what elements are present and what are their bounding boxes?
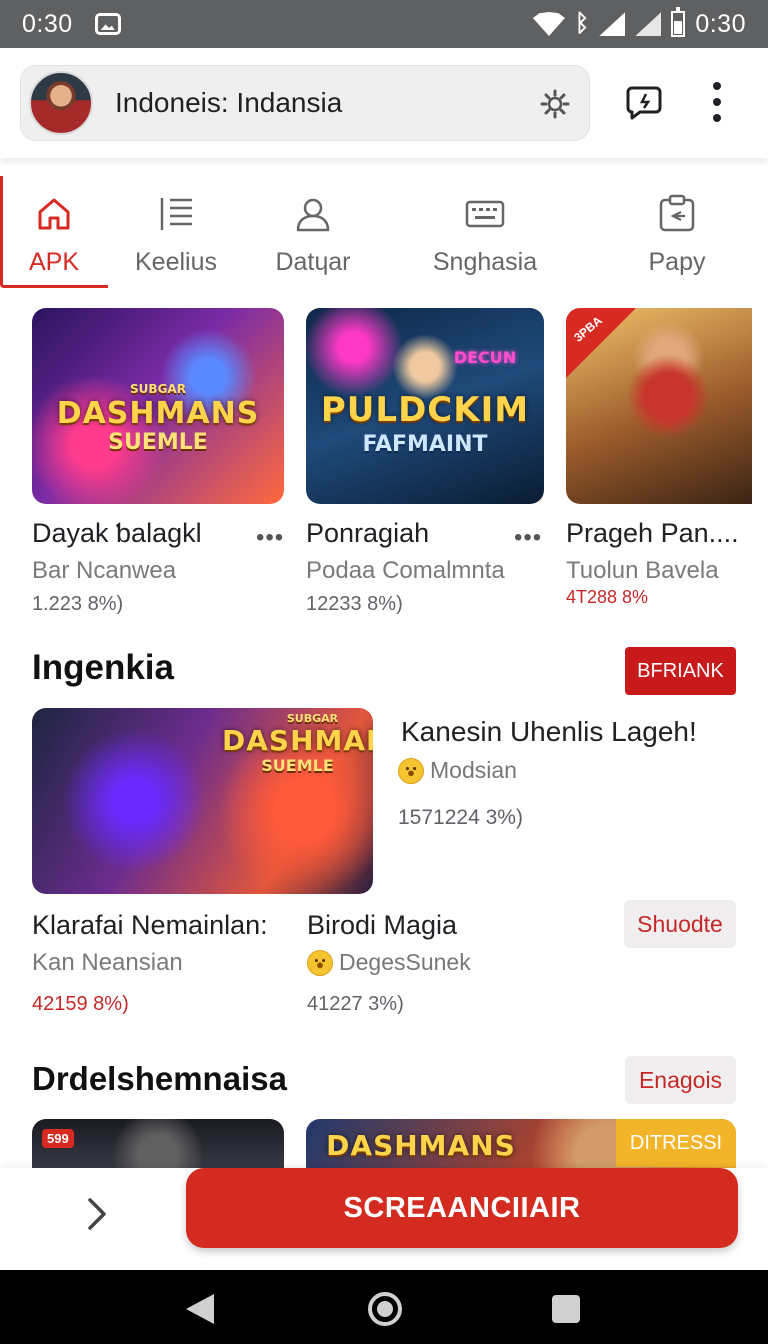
bottom-action-bar: SCREAANCIIAIR (0, 1168, 768, 1270)
art-sub-text: SUEMLE (261, 756, 334, 775)
smiley-icon (307, 949, 333, 976)
bluetooth-icon: ᛒ (574, 10, 590, 37)
person-icon (296, 198, 330, 232)
app-header: Indoneis: Indansia (0, 48, 768, 158)
corner-badge (566, 308, 636, 378)
game-thumbnail[interactable]: SUBGAR DASHMANS SUEMLE (32, 308, 284, 504)
art-sub-text: SUEMLE (108, 430, 208, 455)
more-dots-icon[interactable]: ••• (256, 524, 284, 552)
chevron-right-icon[interactable] (80, 1194, 114, 1234)
app-developer: DegesSunek (307, 949, 471, 976)
system-nav-bar (0, 1270, 768, 1344)
app-developer-text: DegesSunek (339, 949, 471, 975)
more-options-icon[interactable] (700, 78, 734, 126)
art-title-text: DASHMANS (56, 396, 260, 431)
app-title[interactable]: Ponragiah (306, 518, 429, 549)
art-top-text: SUBGAR (130, 382, 186, 396)
recent-apps-icon[interactable] (552, 1295, 580, 1323)
app-title[interactable]: Prageh Pan.... (566, 518, 739, 549)
install-button[interactable]: Shuodte (624, 900, 736, 948)
tab-label: APK (28, 248, 80, 276)
search-text: Indoneis: Indansia (115, 87, 343, 118)
smiley-icon (398, 757, 424, 784)
tab-label: Keelius (135, 248, 217, 276)
clipboard-icon (659, 194, 695, 232)
featured-title[interactable]: Kanesin Uhenlis Lageh! (401, 716, 697, 748)
game-thumbnail[interactable]: DECUN PULDCKIM FAFMAINT (306, 308, 544, 504)
status-bar: 0:30 ᛒ 0:30 (0, 0, 768, 48)
home-button-icon[interactable] (368, 1292, 402, 1326)
settings-gear-icon[interactable] (537, 86, 573, 122)
featured-developer: Modsian (398, 757, 517, 784)
list-icon (160, 198, 192, 230)
featured-meta: 1571224 3%) (398, 806, 523, 829)
gallery-notification-icon (94, 13, 121, 35)
app-developer: Podaa Comalmnta (306, 557, 505, 584)
tab-label: Snghasia (432, 248, 538, 276)
app-title[interactable]: Birodi Magia (307, 910, 457, 941)
app-title[interactable]: Klarafai Nemainlan: (32, 910, 268, 941)
app-developer: Tuolun Bavela (566, 557, 719, 584)
tab-papy[interactable]: Papy (630, 176, 724, 288)
category-tabs: APK Keelius Datɥar Snghasia Papy (0, 176, 768, 288)
featured-banner[interactable]: SUBGAR DASHMANS SUEMLE (32, 708, 373, 894)
search-bar[interactable]: Indoneis: Indansia (20, 65, 590, 141)
app-developer: Kan Neansian (32, 949, 183, 976)
game-thumbnail[interactable]: 3PBA (566, 308, 752, 504)
battery-icon (671, 7, 686, 37)
status-icons: ᛒ 0:30 (532, 7, 746, 39)
rating-badge: 599 (42, 1129, 74, 1148)
app-meta: 41227 3%) (307, 993, 404, 1015)
app-meta: 42159 8%) (32, 993, 129, 1015)
app-title[interactable]: Dayak ƅalagkl (32, 518, 202, 549)
signal-secondary-icon (635, 12, 662, 36)
section-action-button[interactable]: Enagois (625, 1056, 736, 1104)
tab-apk[interactable]: APK (0, 176, 108, 288)
home-icon (38, 198, 70, 230)
app-meta: 12233 8%) (306, 593, 403, 615)
tab-keelius[interactable]: Keelius (122, 176, 230, 288)
app-meta: 4T288 8% (566, 587, 649, 607)
more-dots-icon[interactable]: ••• (514, 524, 542, 552)
download-button[interactable]: SCREAANCIIAIR (186, 1168, 738, 1248)
status-time: 0:30 (22, 9, 73, 38)
tab-label: Papy (648, 248, 706, 276)
art-top-text: DECUN (453, 348, 517, 367)
wifi-icon (532, 12, 565, 36)
app-meta: 1.223 8%) (32, 593, 124, 615)
message-bubble-icon[interactable] (622, 80, 666, 124)
section-title: Ingenkia (32, 648, 174, 687)
art-title-text: DASHMANS (222, 724, 373, 757)
signal-icon (599, 12, 626, 36)
avatar[interactable] (29, 71, 93, 135)
section-title: Drdelshemnaisa (32, 1060, 287, 1097)
art-sub-text: FAFMAINT (362, 432, 488, 457)
tab-datuar[interactable]: Datɥar (258, 176, 368, 288)
art-title-text: PULDCKIM (320, 390, 530, 430)
back-icon[interactable] (186, 1294, 214, 1324)
section-action-button[interactable]: BFRIANK (625, 647, 736, 695)
art-title-text: DASHMANS (326, 1129, 516, 1162)
tab-snghasia[interactable]: Snghasia (420, 176, 550, 288)
promo-badge: DITRESSI (616, 1119, 736, 1167)
featured-developer-text: Modsian (430, 757, 517, 783)
status-time-right: 0:30 (695, 9, 746, 38)
keyboard-icon (465, 200, 505, 228)
tab-label: Datɥar (275, 248, 351, 276)
app-developer: Bar Ncanwea (32, 557, 177, 584)
